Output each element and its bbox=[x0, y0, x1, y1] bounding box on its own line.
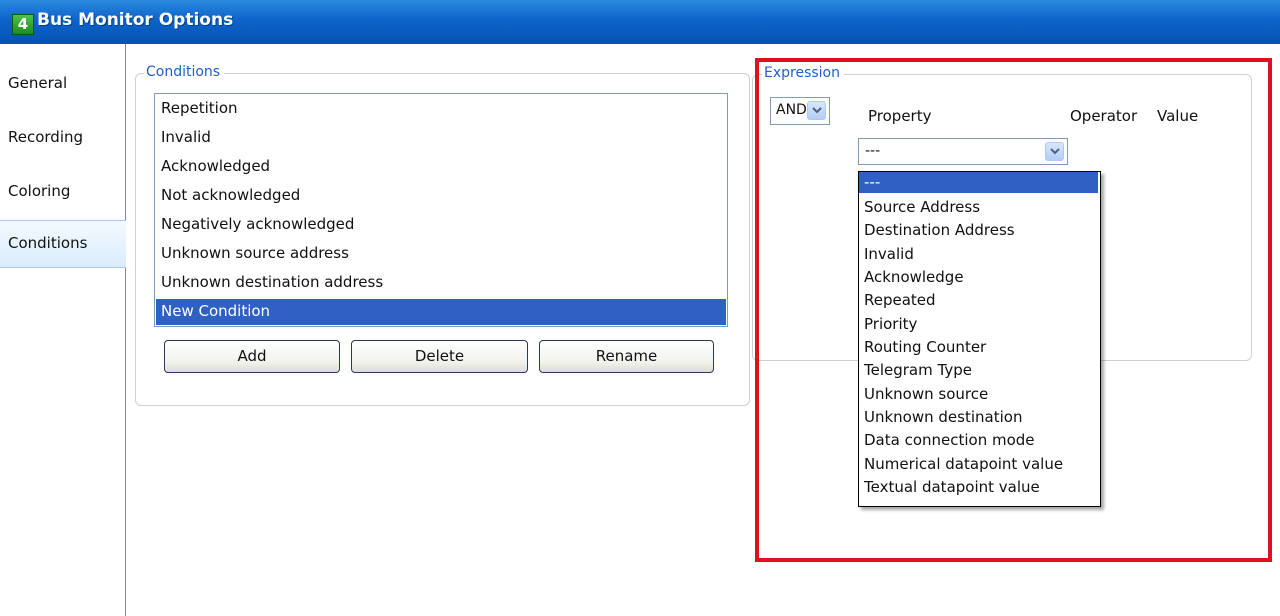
dropdown-option[interactable]: Unknown source bbox=[864, 385, 988, 403]
sidebar-item-label: Conditions bbox=[8, 234, 88, 252]
dropdown-option[interactable]: Routing Counter bbox=[864, 338, 986, 356]
dropdown-option[interactable]: Acknowledge bbox=[864, 268, 964, 286]
dropdown-option[interactable]: Priority bbox=[864, 315, 917, 333]
dropdown-option[interactable]: Repeated bbox=[864, 291, 936, 309]
dropdown-option[interactable]: Source Address bbox=[864, 198, 980, 216]
dropdown-option[interactable]: Destination Address bbox=[864, 221, 1015, 239]
conditions-list[interactable]: Repetition Invalid Acknowledged Not ackn… bbox=[154, 93, 728, 327]
list-item[interactable]: Repetition bbox=[161, 99, 238, 117]
list-item-label: New Condition bbox=[161, 302, 271, 320]
add-button[interactable]: Add bbox=[164, 340, 340, 373]
expression-legend: Expression bbox=[762, 65, 844, 81]
sidebar-item-recording[interactable]: Recording bbox=[8, 128, 83, 146]
property-select-value: --- bbox=[865, 143, 881, 159]
property-dropdown-list[interactable]: --- Source Address Destination Address I… bbox=[858, 171, 1101, 507]
dropdown-option[interactable]: Telegram Type bbox=[864, 361, 972, 379]
dropdown-option[interactable]: Invalid bbox=[864, 245, 914, 263]
conditions-legend: Conditions bbox=[144, 64, 225, 80]
property-column-header: Property bbox=[868, 107, 932, 125]
delete-button[interactable]: Delete bbox=[351, 340, 528, 373]
logic-operator-select[interactable]: AND bbox=[770, 97, 830, 125]
rename-button[interactable]: Rename bbox=[539, 340, 714, 373]
sidebar-item-coloring[interactable]: Coloring bbox=[8, 182, 70, 200]
sidebar-item-conditions[interactable]: Conditions bbox=[0, 220, 126, 268]
window-title: Bus Monitor Options bbox=[37, 10, 234, 30]
dropdown-option[interactable]: Data connection mode bbox=[864, 431, 1035, 449]
list-item-selected[interactable]: New Condition bbox=[156, 299, 726, 325]
dropdown-option-label: --- bbox=[864, 173, 881, 191]
dropdown-option[interactable]: Numerical datapoint value bbox=[864, 455, 1063, 473]
app-logo-icon: 4 bbox=[12, 14, 34, 35]
chevron-down-icon[interactable] bbox=[1045, 142, 1064, 161]
dropdown-option[interactable]: Unknown destination bbox=[864, 408, 1022, 426]
property-select[interactable]: --- bbox=[858, 138, 1068, 165]
value-column-header: Value bbox=[1157, 107, 1199, 125]
list-item[interactable]: Acknowledged bbox=[161, 157, 270, 175]
list-item[interactable]: Unknown source address bbox=[161, 244, 349, 262]
chevron-down-icon[interactable] bbox=[807, 101, 826, 120]
list-item[interactable]: Invalid bbox=[161, 128, 211, 146]
logic-operator-value: AND bbox=[776, 102, 807, 118]
sidebar-divider bbox=[125, 44, 126, 616]
dropdown-option-highlighted[interactable]: --- bbox=[859, 172, 1098, 193]
list-item[interactable]: Unknown destination address bbox=[161, 273, 383, 291]
title-bar: 4 Bus Monitor Options bbox=[0, 0, 1280, 44]
list-item[interactable]: Negatively acknowledged bbox=[161, 215, 354, 233]
dropdown-option[interactable]: Textual datapoint value bbox=[864, 478, 1040, 496]
operator-column-header: Operator bbox=[1070, 107, 1138, 125]
sidebar-item-general[interactable]: General bbox=[8, 74, 67, 92]
list-item[interactable]: Not acknowledged bbox=[161, 186, 300, 204]
